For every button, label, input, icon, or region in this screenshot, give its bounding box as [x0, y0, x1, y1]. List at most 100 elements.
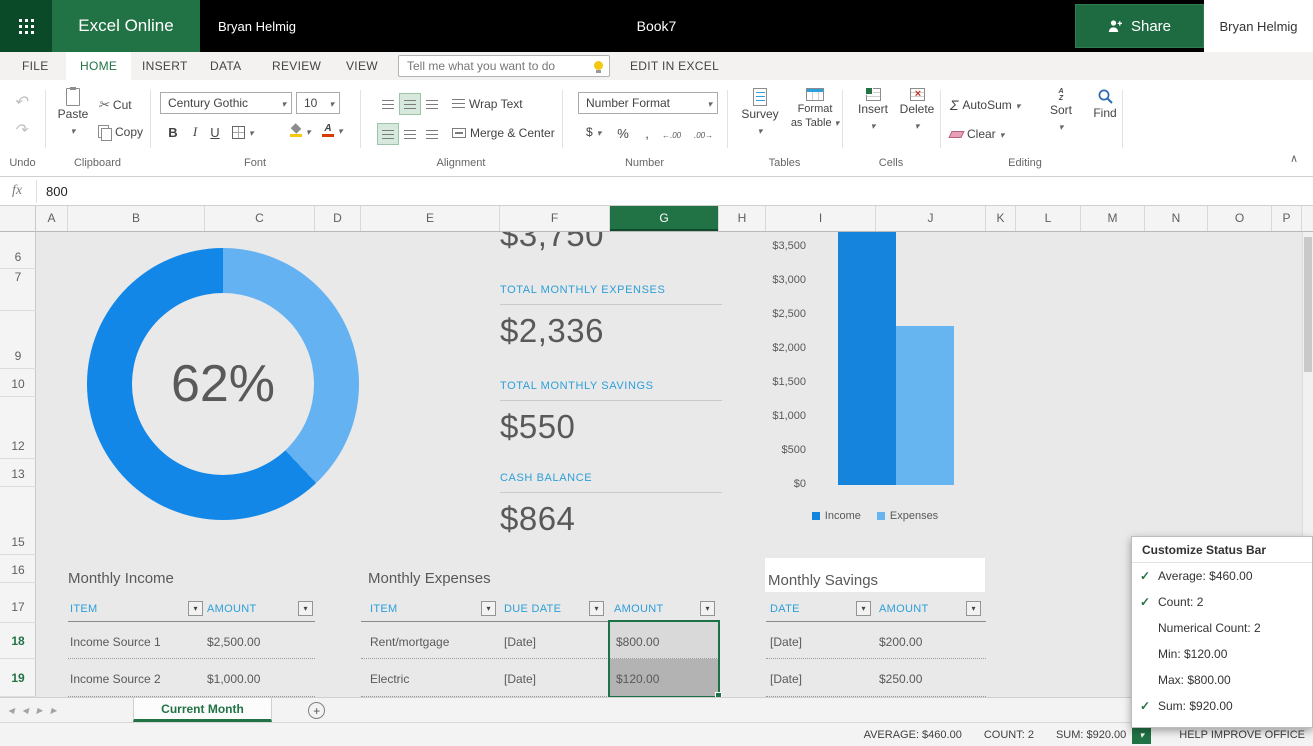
tab-home[interactable]: HOME — [66, 52, 131, 80]
column-header-I[interactable]: I — [766, 206, 876, 231]
table-cell[interactable]: [Date] — [504, 672, 536, 686]
sheet-tab-current-month[interactable]: Current Month — [133, 698, 272, 722]
filter-button[interactable] — [700, 601, 715, 616]
fill-color-button[interactable] — [290, 124, 311, 138]
bar-expenses[interactable] — [896, 326, 954, 485]
popup-item-sum[interactable]: Sum: $920.00 — [1132, 693, 1312, 719]
insert-cells-button[interactable]: Insert — [852, 88, 894, 132]
italic-button[interactable]: I — [186, 122, 204, 142]
popup-item-numerical-count[interactable]: Numerical Count: 2 — [1132, 615, 1312, 641]
tab-view[interactable]: VIEW — [332, 52, 392, 80]
filter-button[interactable] — [481, 601, 496, 616]
column-header-B[interactable]: B — [68, 206, 205, 231]
column-header-F[interactable]: F — [500, 206, 610, 231]
table-cell[interactable]: Income Source 1 — [70, 635, 161, 649]
filter-button[interactable] — [298, 601, 313, 616]
bold-button[interactable]: B — [164, 122, 182, 142]
undo-button[interactable] — [14, 92, 27, 112]
table-cell[interactable]: [Date] — [770, 672, 802, 686]
document-title[interactable]: Book7 — [637, 0, 677, 52]
edit-in-excel-button[interactable]: EDIT IN EXCEL — [616, 52, 733, 80]
column-header-P[interactable]: P — [1272, 206, 1302, 231]
collapse-ribbon-button[interactable] — [1290, 152, 1298, 165]
next-sheet-arrow-icon[interactable] — [36, 706, 42, 715]
sort-button[interactable]: Sort — [1042, 88, 1080, 133]
comma-format-button[interactable]: , — [638, 123, 656, 143]
align-bottom-button[interactable] — [422, 94, 442, 114]
app-title[interactable]: Excel Online — [52, 0, 200, 52]
font-family-select[interactable]: Century Gothic — [160, 92, 292, 114]
row-header-13[interactable]: 13 — [0, 467, 36, 481]
column-header-O[interactable]: O — [1208, 206, 1272, 231]
find-button[interactable]: Find — [1086, 88, 1124, 120]
table-cell[interactable]: [Date] — [770, 635, 802, 649]
column-header-M[interactable]: M — [1081, 206, 1145, 231]
paste-button[interactable]: Paste — [52, 88, 94, 137]
autosum-button[interactable]: AutoSum — [950, 97, 1020, 113]
column-header-L[interactable]: L — [1016, 206, 1081, 231]
table-cell[interactable]: Income Source 2 — [70, 672, 161, 686]
increase-decimal-button[interactable] — [662, 127, 681, 141]
popup-item-min[interactable]: Min: $120.00 — [1132, 641, 1312, 667]
popup-item-max[interactable]: Max: $800.00 — [1132, 667, 1312, 693]
column-header-C[interactable]: C — [205, 206, 315, 231]
decrease-decimal-button[interactable] — [694, 127, 713, 141]
underline-button[interactable]: U — [206, 122, 224, 142]
table-cell[interactable]: $250.00 — [879, 672, 922, 686]
tab-review[interactable]: REVIEW — [258, 52, 335, 80]
font-size-select[interactable]: 10 — [296, 92, 340, 114]
tab-data[interactable]: DATA — [196, 52, 255, 80]
row-header-12[interactable]: 12 — [0, 439, 36, 453]
row-header-15[interactable]: 15 — [0, 535, 36, 549]
align-top-button[interactable] — [378, 94, 398, 114]
app-launcher-button[interactable] — [0, 0, 52, 52]
formula-input[interactable]: 800 — [46, 184, 68, 199]
popup-item-count[interactable]: Count: 2 — [1132, 589, 1312, 615]
row-header-19[interactable]: 19 — [0, 671, 36, 685]
column-header-N[interactable]: N — [1145, 206, 1208, 231]
tab-insert[interactable]: INSERT — [128, 52, 202, 80]
tab-file[interactable]: FILE — [8, 52, 63, 80]
percent-format-button[interactable]: % — [614, 123, 632, 143]
table-cell[interactable]: Rent/mortgage — [370, 635, 449, 649]
column-header-H[interactable]: H — [719, 206, 766, 231]
table-cell[interactable]: Electric — [370, 672, 409, 686]
merge-center-button[interactable]: Merge & Center — [452, 126, 555, 140]
filter-button[interactable] — [188, 601, 203, 616]
row-header-6[interactable]: 6 — [0, 250, 36, 264]
share-button[interactable]: Share — [1075, 4, 1204, 48]
row-header-9[interactable]: 9 — [0, 349, 36, 363]
row-header-16[interactable]: 16 — [0, 563, 36, 577]
add-sheet-button[interactable] — [308, 702, 325, 719]
last-sheet-arrow-icon[interactable] — [50, 706, 56, 715]
spreadsheet-cells[interactable]: 62% $3,750 TOTAL MONTHLY EXPENSES $2,336… — [36, 232, 1302, 697]
cut-button[interactable]: Cut — [98, 97, 132, 113]
donut-chart[interactable]: 62% — [87, 248, 359, 520]
filter-button[interactable] — [966, 601, 981, 616]
row-header-17[interactable]: 17 — [0, 600, 36, 614]
column-header-J[interactable]: J — [876, 206, 986, 231]
row-header-10[interactable]: 10 — [0, 377, 36, 391]
select-all-button[interactable] — [0, 206, 36, 232]
font-color-button[interactable] — [322, 123, 343, 137]
redo-button[interactable] — [14, 120, 27, 140]
align-center-button[interactable] — [400, 124, 420, 144]
table-cell[interactable]: [Date] — [504, 635, 536, 649]
column-header-D[interactable]: D — [315, 206, 361, 231]
column-header-G[interactable]: G — [610, 206, 719, 231]
table-cell[interactable]: $2,500.00 — [207, 635, 260, 649]
row-header-7[interactable]: 7 — [0, 270, 36, 284]
popup-item-average[interactable]: Average: $460.00 — [1132, 563, 1312, 589]
table-cell[interactable]: $200.00 — [879, 635, 922, 649]
align-right-button[interactable] — [422, 124, 442, 144]
column-header-K[interactable]: K — [986, 206, 1016, 231]
currency-format-button[interactable]: $ — [586, 125, 601, 139]
align-middle-button[interactable] — [400, 94, 420, 114]
filter-button[interactable] — [856, 601, 871, 616]
previous-sheet-arrow-icon[interactable] — [22, 706, 28, 715]
scrollbar-thumb[interactable] — [1304, 237, 1312, 372]
account-name[interactable]: Bryan Helmig — [1204, 0, 1313, 52]
row-header-18[interactable]: 18 — [0, 634, 36, 648]
first-sheet-arrow-icon[interactable] — [8, 706, 14, 715]
help-improve-office-link[interactable]: HELP IMPROVE OFFICE — [1179, 729, 1305, 741]
